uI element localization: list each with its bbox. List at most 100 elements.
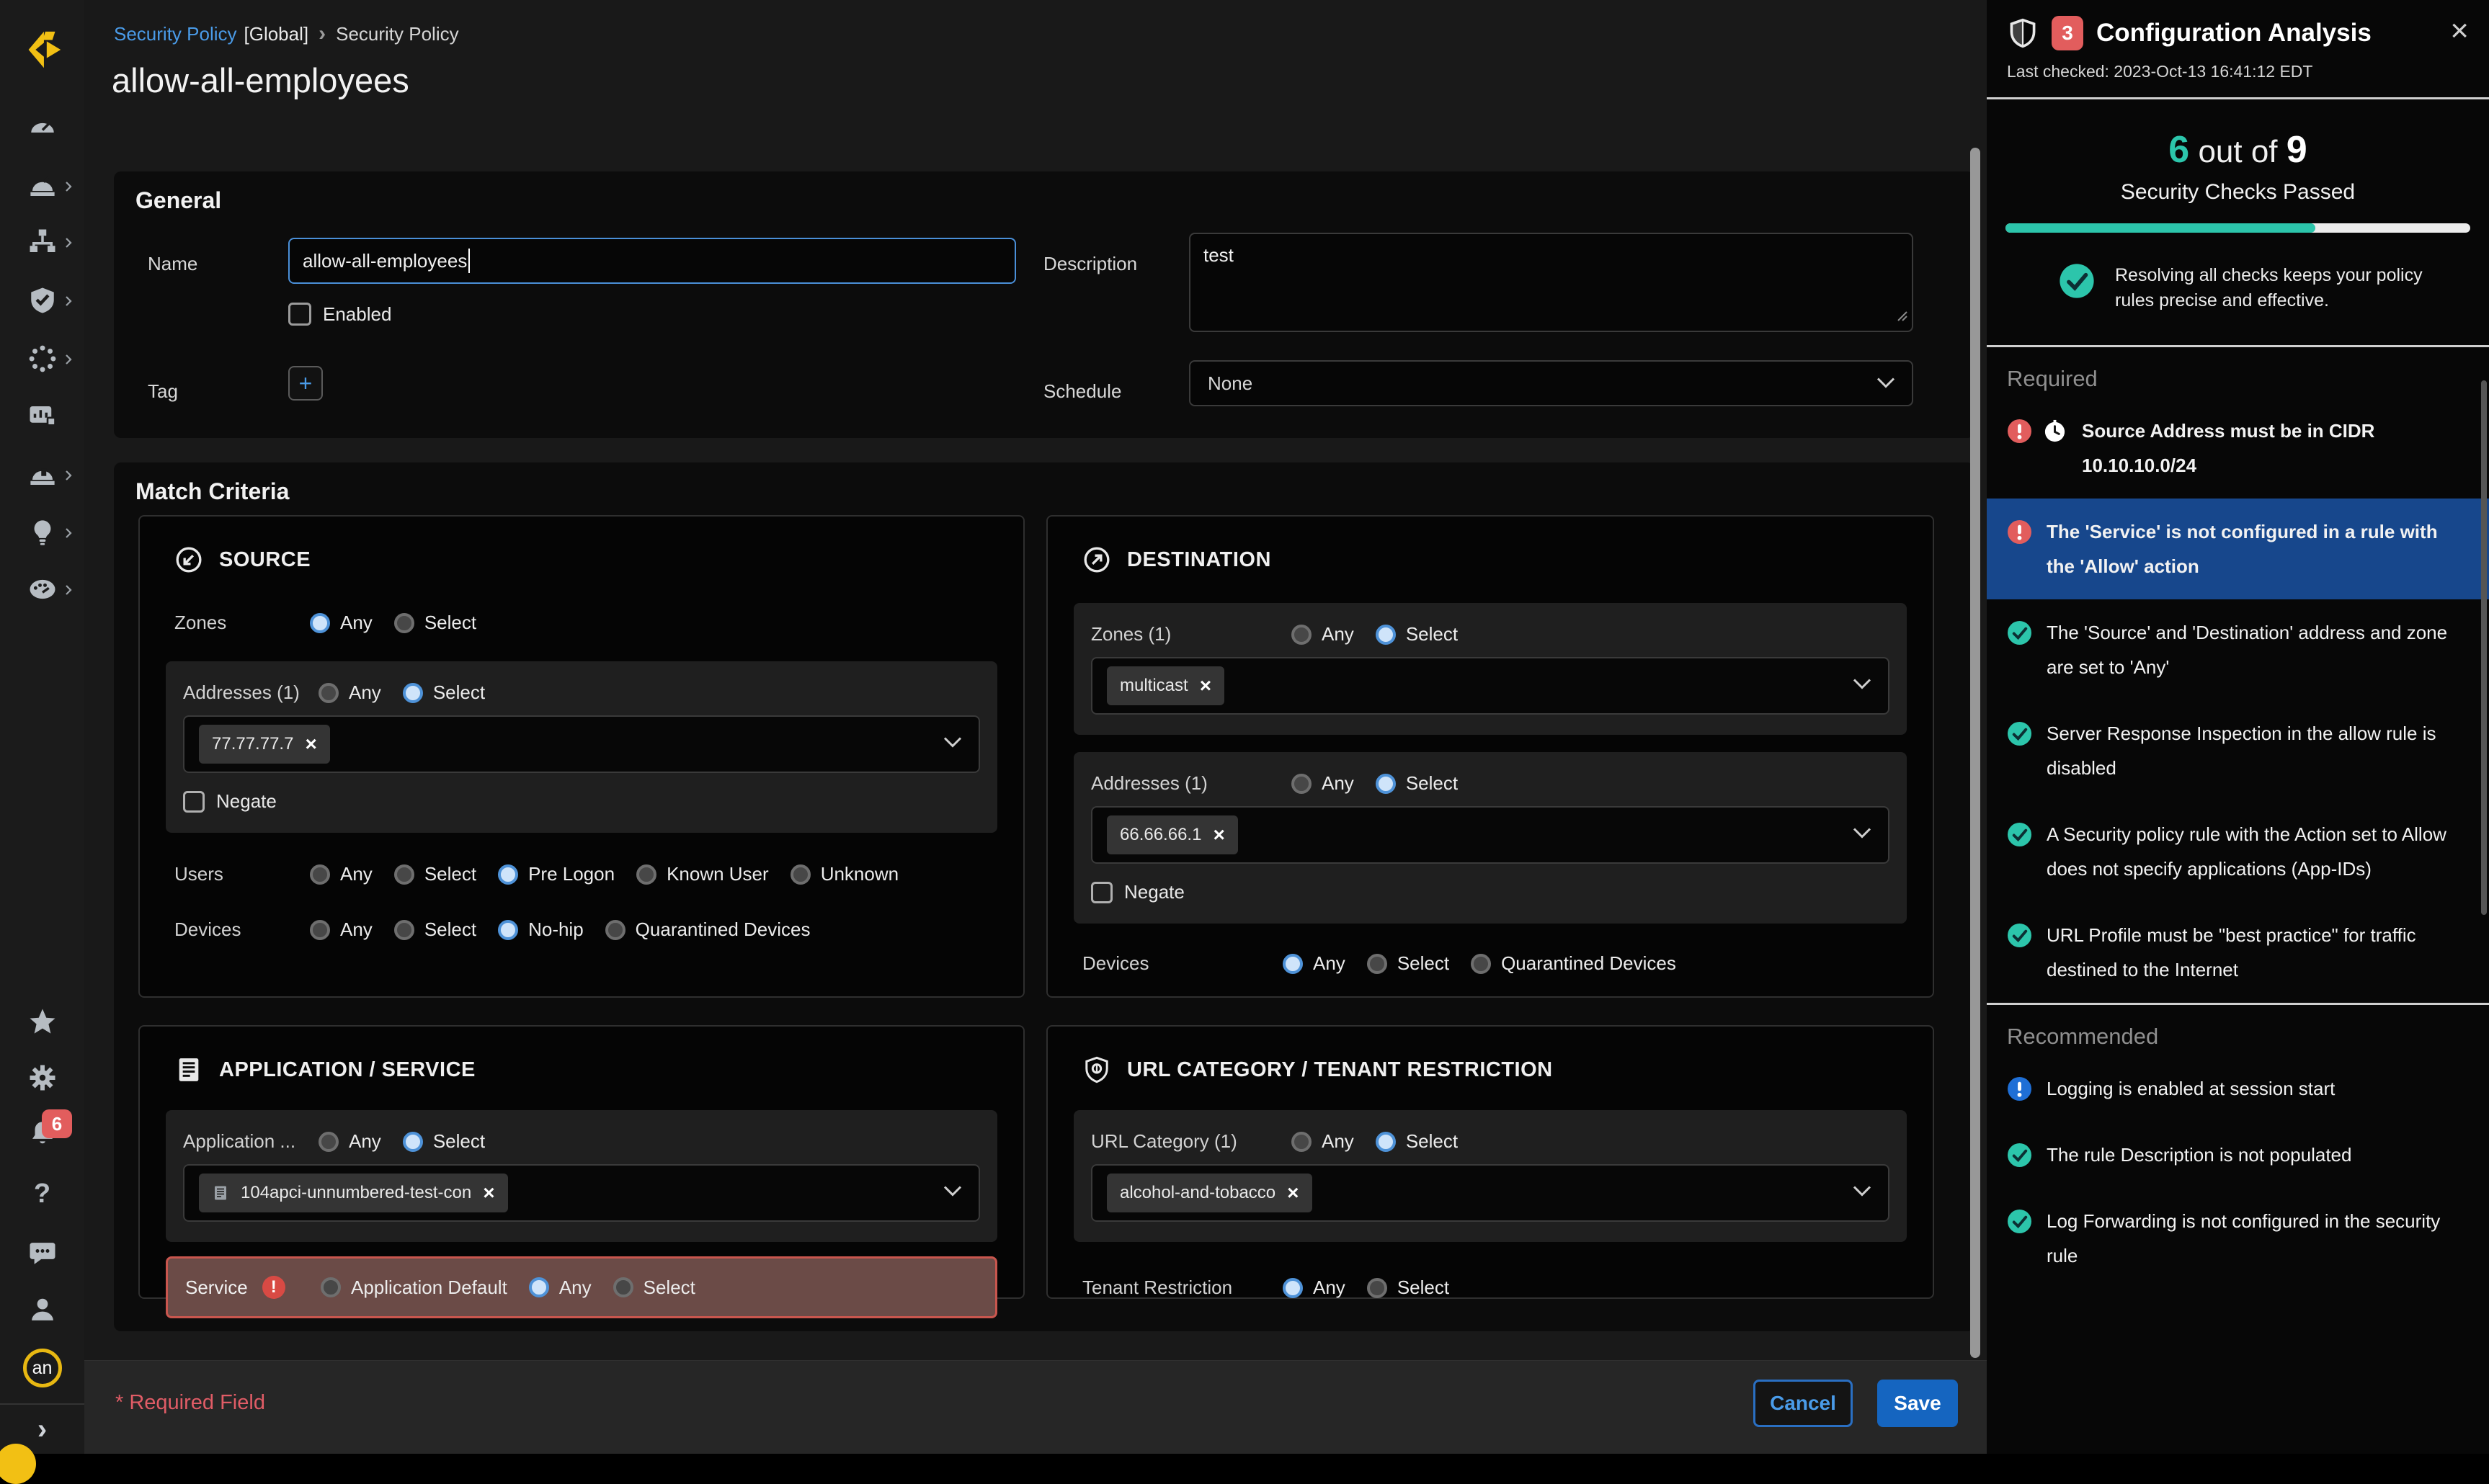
address-chip[interactable]: 77.77.77.7×: [199, 725, 330, 764]
account-avatar[interactable]: an: [0, 1349, 84, 1387]
radio-devices-select[interactable]: Select: [394, 918, 476, 941]
radio-addresses-any[interactable]: Any: [319, 681, 381, 704]
source-users-row: Users Any Select Pre Logon Known User Un…: [174, 863, 1023, 885]
analysis-item[interactable]: Logging is enabled at session start: [1987, 1055, 2489, 1122]
zone-chip[interactable]: multicast×: [1107, 666, 1224, 705]
negate-checkbox[interactable]: [183, 791, 205, 813]
address-chip[interactable]: 66.66.66.1×: [1107, 815, 1238, 854]
url-category-chip[interactable]: alcohol-and-tobacco×: [1107, 1174, 1312, 1212]
text-caret: [468, 249, 470, 273]
name-input[interactable]: allow-all-employees: [288, 238, 1016, 284]
analysis-item[interactable]: URL Profile must be "best practice" for …: [1987, 902, 2489, 1003]
url-category-select-field[interactable]: alcohol-and-tobacco×: [1091, 1164, 1889, 1222]
close-icon[interactable]: ×: [2450, 13, 2469, 49]
analysis-item[interactable]: A Security policy rule with the Action s…: [1987, 801, 2489, 902]
sidebar-expand-chevron[interactable]: ›: [0, 1413, 84, 1446]
analysis-item[interactable]: The rule Description is not populated: [1987, 1122, 2489, 1188]
radio-service-select[interactable]: Select: [613, 1277, 695, 1299]
error-circle-icon: [2007, 519, 2032, 545]
radio-users-knownuser[interactable]: Known User: [636, 863, 769, 885]
content-scrollbar[interactable]: [1970, 148, 1980, 1358]
analysis-item-text: URL Profile must be "best practice" for …: [2047, 918, 2469, 987]
required-items-list: Source Address must be in CIDR 10.10.10.…: [1987, 398, 2489, 1003]
save-button[interactable]: Save: [1877, 1380, 1958, 1427]
radio-application-any[interactable]: Any: [319, 1130, 381, 1153]
resize-grip-icon[interactable]: [1895, 305, 1908, 327]
breadcrumb-link[interactable]: Security Policy: [114, 23, 237, 45]
radio-devices-quarantined[interactable]: Quarantined Devices: [1471, 952, 1676, 975]
user-profile-icon[interactable]: [0, 1295, 84, 1325]
destination-devices-row: Devices Any Select Quarantined Devices: [1082, 952, 1933, 975]
radio-addresses-select[interactable]: Select: [1376, 772, 1458, 795]
negate-row[interactable]: Negate: [1091, 881, 1889, 903]
recommended-items-list: Logging is enabled at session start The r…: [1987, 1055, 2489, 1289]
cancel-button[interactable]: Cancel: [1753, 1380, 1853, 1427]
sidebar-item-monitor[interactable]: [0, 401, 84, 432]
radio-zones-select[interactable]: Select: [394, 612, 476, 634]
radio-service-any[interactable]: Any: [529, 1277, 592, 1299]
chevron-right-icon: [62, 527, 76, 543]
enabled-checkbox[interactable]: [288, 303, 311, 326]
service-label: Service: [185, 1277, 248, 1299]
radio-addresses-select[interactable]: Select: [403, 681, 485, 704]
chat-icon[interactable]: [0, 1238, 84, 1269]
issue-count-badge: 3: [2052, 16, 2083, 50]
floating-help-button[interactable]: [0, 1444, 36, 1484]
chevron-right-icon: [62, 584, 76, 600]
analysis-item-text: Logging is enabled at session start: [2047, 1071, 2335, 1106]
application-chip[interactable]: 104apci-unnumbered-test-con×: [199, 1174, 508, 1212]
radio-tenant-select[interactable]: Select: [1367, 1277, 1449, 1299]
radio-devices-quarantined[interactable]: Quarantined Devices: [605, 918, 811, 941]
radio-urlcat-any[interactable]: Any: [1291, 1130, 1354, 1153]
clock-icon: [2042, 419, 2067, 444]
radio-users-any[interactable]: Any: [310, 863, 373, 885]
analysis-panel-scrollbar[interactable]: [2481, 380, 2487, 915]
favorites-star-icon[interactable]: [0, 1006, 84, 1037]
radio-application-select[interactable]: Select: [403, 1130, 485, 1153]
source-addresses-select-field[interactable]: 77.77.77.7×: [183, 715, 980, 773]
settings-gear-icon[interactable]: [0, 1063, 84, 1093]
description-textarea[interactable]: test: [1189, 233, 1913, 332]
radio-devices-nohip[interactable]: No-hip: [498, 918, 584, 941]
analysis-item[interactable]: The 'Service' is not configured in a rul…: [1987, 499, 2489, 599]
sidebar-item-dashboard[interactable]: [0, 112, 84, 143]
chip-remove-icon[interactable]: ×: [305, 734, 316, 754]
radio-users-prelogon[interactable]: Pre Logon: [498, 863, 615, 885]
chip-remove-icon[interactable]: ×: [1287, 1183, 1299, 1203]
radio-service-appdefault[interactable]: Application Default: [321, 1277, 507, 1299]
notifications-bell-icon[interactable]: 6: [0, 1118, 84, 1148]
radio-devices-select[interactable]: Select: [1367, 952, 1449, 975]
sidebar-divider: [0, 1403, 84, 1405]
radio-users-unknown[interactable]: Unknown: [791, 863, 899, 885]
addresses-label: Addresses (1): [1091, 772, 1291, 795]
radio-devices-any[interactable]: Any: [310, 918, 373, 941]
analysis-item[interactable]: The 'Source' and 'Destination' address a…: [1987, 599, 2489, 700]
analysis-item[interactable]: Log Forwarding is not configured in the …: [1987, 1188, 2489, 1289]
app-sidebar: 6 ? an ›: [0, 0, 84, 1454]
application-select-field[interactable]: 104apci-unnumbered-test-con×: [183, 1164, 980, 1222]
radio-zones-any[interactable]: Any: [1291, 623, 1354, 645]
chip-remove-icon[interactable]: ×: [483, 1183, 494, 1203]
radio-zones-any[interactable]: Any: [310, 612, 373, 634]
radio-addresses-any[interactable]: Any: [1291, 772, 1354, 795]
radio-urlcat-select[interactable]: Select: [1376, 1130, 1458, 1153]
radio-devices-any[interactable]: Any: [1283, 952, 1345, 975]
radio-users-select[interactable]: Select: [394, 863, 476, 885]
chip-remove-icon[interactable]: ×: [1213, 825, 1224, 845]
negate-row[interactable]: Negate: [183, 790, 980, 813]
help-icon[interactable]: ?: [0, 1179, 84, 1210]
destination-addresses-select-field[interactable]: 66.66.66.1×: [1091, 806, 1889, 864]
brand-logo-icon[interactable]: [0, 27, 84, 72]
analysis-item[interactable]: Source Address must be in CIDR 10.10.10.…: [1987, 398, 2489, 499]
chip-remove-icon[interactable]: ×: [1200, 676, 1211, 696]
enabled-checkbox-row[interactable]: Enabled: [288, 303, 391, 326]
negate-checkbox[interactable]: [1091, 882, 1113, 903]
destination-panel: DESTINATION Zones (1) Any Select multica…: [1046, 515, 1934, 998]
radio-zones-select[interactable]: Select: [1376, 623, 1458, 645]
radio-tenant-any[interactable]: Any: [1283, 1277, 1345, 1299]
add-tag-button[interactable]: +: [288, 366, 323, 401]
analysis-item[interactable]: Server Response Inspection in the allow …: [1987, 700, 2489, 801]
destination-zones-select-field[interactable]: multicast×: [1091, 657, 1889, 715]
analysis-item-text: The 'Source' and 'Destination' address a…: [2047, 615, 2469, 684]
schedule-select[interactable]: None: [1189, 360, 1913, 406]
